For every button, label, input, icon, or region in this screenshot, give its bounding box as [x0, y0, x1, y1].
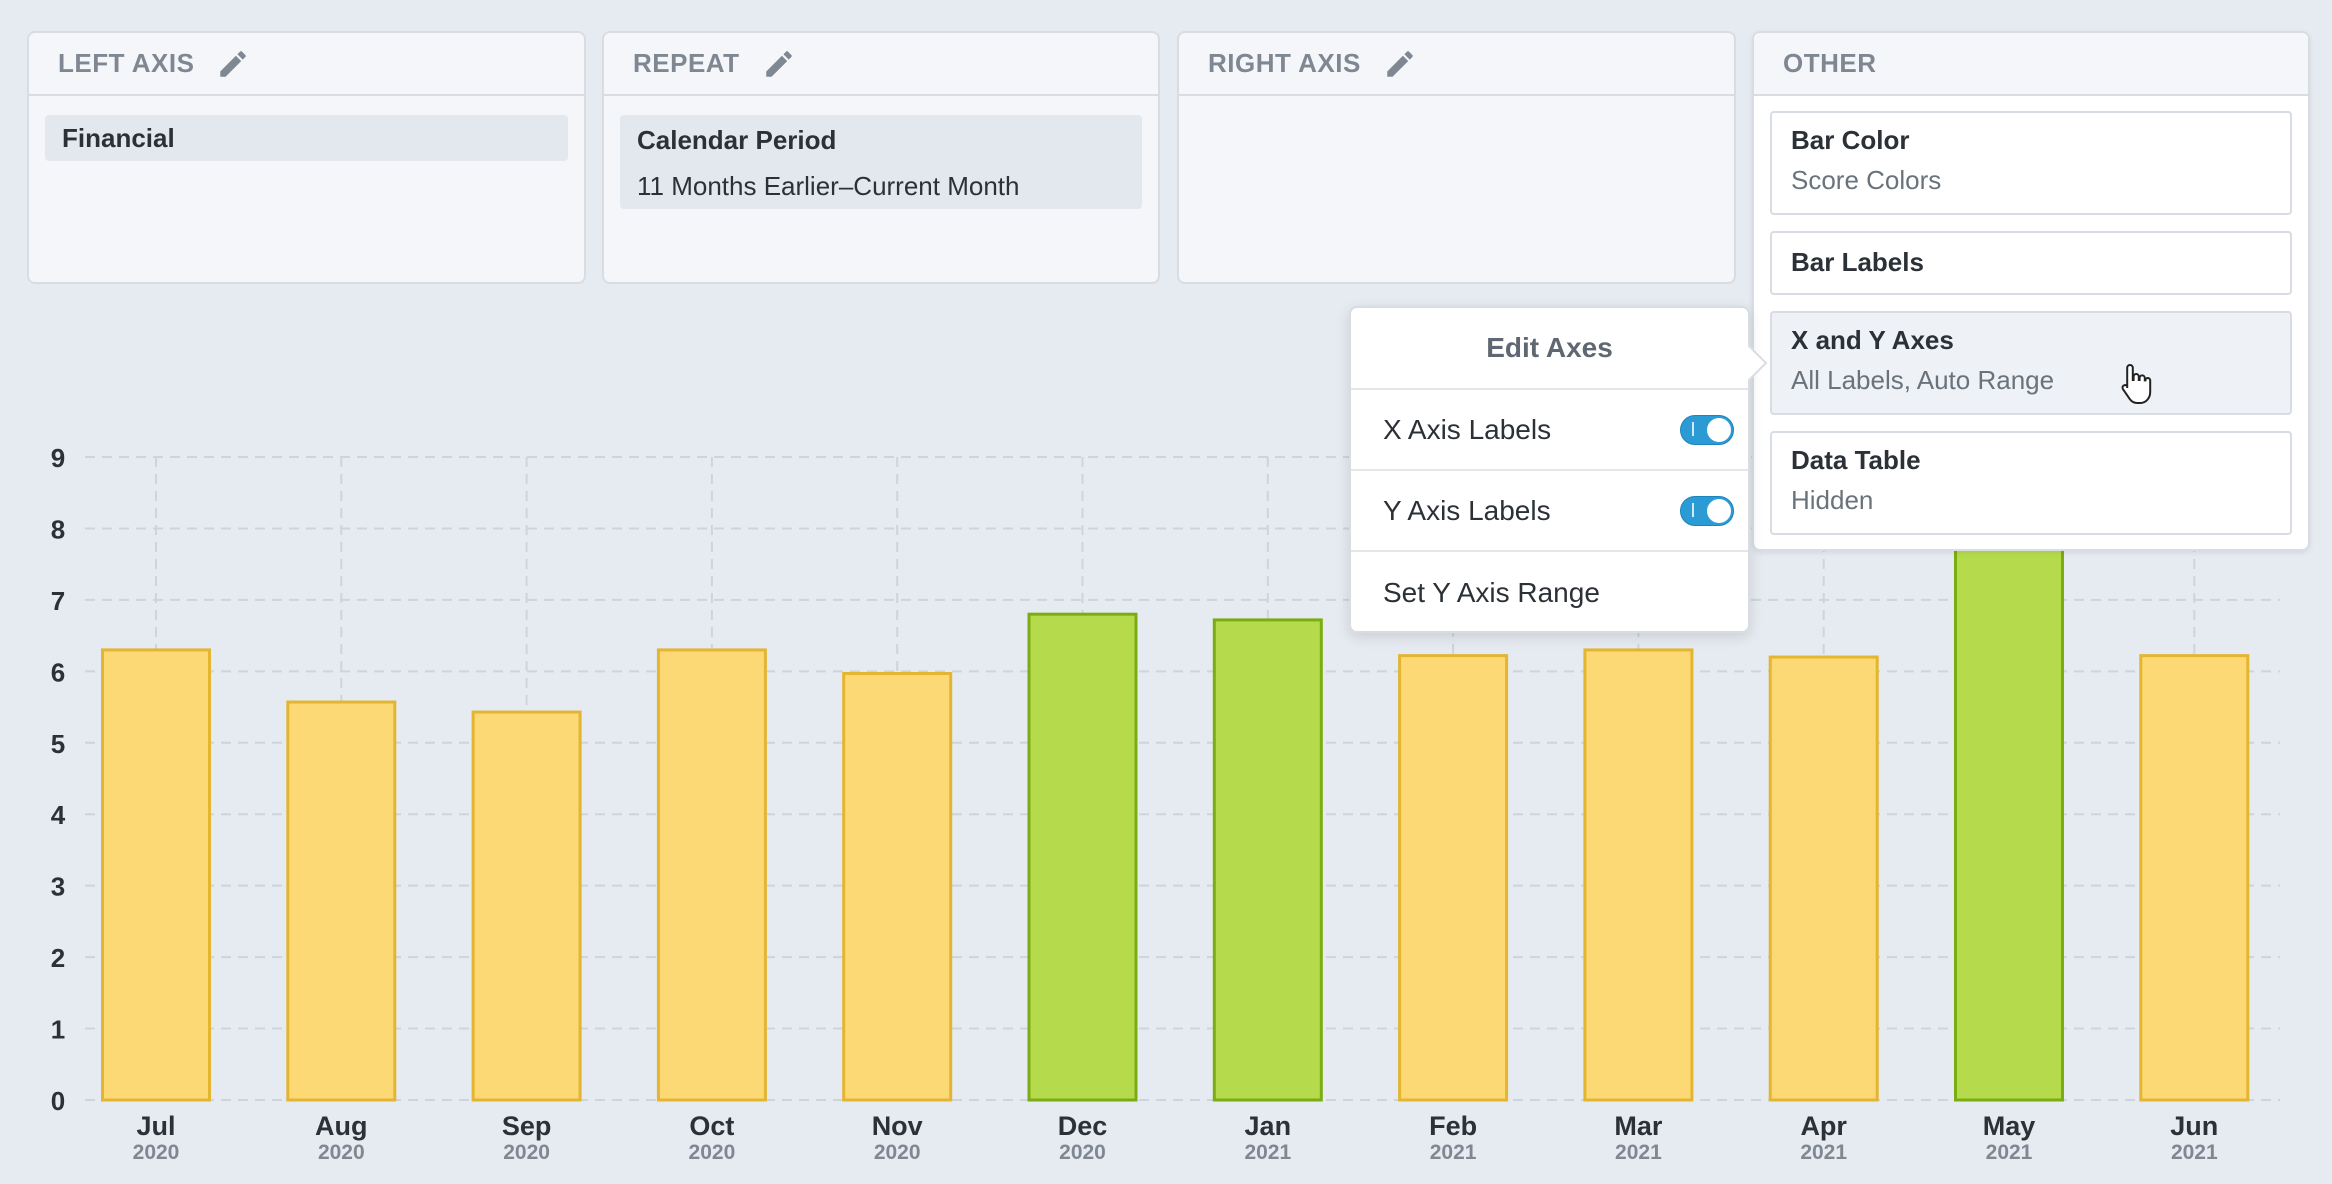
y-tick-label: 9 — [51, 443, 65, 473]
y-axis-labels-toggle[interactable] — [1680, 495, 1734, 526]
option-subtitle: Hidden — [1791, 485, 1874, 515]
left-axis-panel: LEFT AXIS Financial — [27, 31, 586, 284]
other-panel: OTHER Bar Color Score Colors Bar Labels … — [1752, 31, 2310, 551]
y-tick-label: 6 — [51, 657, 65, 687]
x-tick-label: Sep — [502, 1111, 552, 1141]
x-tick-year-label: 2021 — [1244, 1141, 1291, 1164]
edit-pencil-icon[interactable] — [762, 47, 796, 81]
bar — [1212, 618, 1323, 1102]
bar — [1398, 654, 1509, 1102]
x-tick-label: Jun — [2170, 1111, 2218, 1141]
option-title: X and Y Axes — [1791, 325, 1954, 355]
x-tick-label: Aug — [315, 1111, 367, 1141]
x-tick-label: Jul — [136, 1111, 175, 1141]
y-tick-label: 2 — [51, 943, 65, 973]
edit-axes-popover: Edit Axes X Axis Labels Y Axis Labels Se… — [1349, 306, 1768, 633]
option-subtitle: All Labels, Auto Range — [1791, 365, 2055, 395]
bar — [286, 700, 397, 1102]
edit-pencil-icon[interactable] — [1383, 47, 1417, 81]
data-table-option[interactable]: Data Table Hidden — [1770, 431, 2292, 535]
x-tick-year-label: 2021 — [1800, 1141, 1847, 1164]
x-tick-year-label: 2021 — [1430, 1141, 1477, 1164]
x-tick-year-label: 2021 — [1615, 1141, 1662, 1164]
x-tick-label: Mar — [1614, 1111, 1663, 1141]
y-tick-label: 4 — [51, 800, 66, 830]
x-tick-year-label: 2021 — [1986, 1141, 2033, 1164]
x-tick-label: Oct — [689, 1111, 734, 1141]
y-tick-label: 1 — [51, 1015, 65, 1045]
y-tick-label: 3 — [51, 872, 65, 902]
x-tick-year-label: 2021 — [2171, 1141, 2218, 1164]
financial-chip[interactable]: Financial — [45, 115, 568, 161]
chip-title: Calendar Period — [637, 125, 837, 155]
edit-pencil-icon[interactable] — [216, 47, 250, 81]
bar-labels-option[interactable]: Bar Labels — [1770, 231, 2292, 295]
y-axis-labels-label: Y Axis Labels — [1383, 494, 1551, 526]
bar — [1954, 455, 2064, 1102]
y-tick-label: 0 — [51, 1086, 65, 1116]
x-axis-labels-toggle[interactable] — [1680, 414, 1734, 445]
y-tick-label: 7 — [51, 586, 65, 616]
chip-title: Financial — [62, 123, 175, 153]
repeat-panel: REPEAT Calendar Period 11 Months Earlier… — [602, 31, 1160, 284]
bar — [471, 710, 582, 1102]
x-tick-label: Feb — [1429, 1111, 1477, 1141]
set-y-axis-range-row[interactable]: Set Y Axis Range — [1351, 552, 1748, 633]
y-tick-label: 5 — [51, 729, 65, 759]
other-title: OTHER — [1783, 48, 1877, 78]
set-y-axis-range-label: Set Y Axis Range — [1383, 576, 1600, 608]
x-tick-year-label: 2020 — [133, 1141, 180, 1164]
repeat-title: REPEAT — [633, 48, 740, 78]
x-axis-labels-row[interactable]: X Axis Labels — [1351, 390, 1748, 471]
x-tick-year-label: 2020 — [318, 1141, 365, 1164]
bar — [1027, 612, 1138, 1102]
x-tick-label: Apr — [1800, 1111, 1847, 1141]
other-header: OTHER — [1754, 33, 2308, 96]
option-subtitle: Score Colors — [1791, 165, 1942, 195]
x-axis-labels-label: X Axis Labels — [1383, 413, 1552, 445]
y-axis-labels-row[interactable]: Y Axis Labels — [1351, 471, 1748, 552]
right-axis-title: RIGHT AXIS — [1208, 48, 1361, 78]
bar-color-option[interactable]: Bar Color Score Colors — [1770, 111, 2292, 215]
bar — [1768, 655, 1879, 1102]
chip-subtitle: 11 Months Earlier–Current Month — [637, 171, 1020, 201]
repeat-header: REPEAT — [604, 33, 1158, 96]
x-tick-label: May — [1983, 1111, 2036, 1141]
bar — [842, 671, 953, 1102]
x-tick-label: Jan — [1245, 1111, 1292, 1141]
x-tick-year-label: 2020 — [503, 1141, 550, 1164]
popover-title: Edit Axes — [1351, 308, 1748, 390]
x-tick-year-label: 2020 — [874, 1141, 921, 1164]
bar — [2139, 654, 2250, 1102]
option-title: Bar Labels — [1791, 247, 1924, 277]
left-axis-title: LEFT AXIS — [58, 48, 195, 78]
x-tick-label: Nov — [872, 1111, 923, 1141]
bar — [1583, 648, 1694, 1102]
left-axis-header: LEFT AXIS — [29, 33, 584, 96]
option-title: Data Table — [1791, 445, 1921, 475]
y-tick-label: 8 — [51, 514, 65, 544]
x-tick-year-label: 2020 — [1059, 1141, 1106, 1164]
option-title: Bar Color — [1791, 125, 1910, 155]
x-tick-year-label: 2020 — [689, 1141, 736, 1164]
bar — [656, 648, 767, 1102]
right-axis-header: RIGHT AXIS — [1179, 33, 1734, 96]
calendar-period-chip[interactable]: Calendar Period 11 Months Earlier–Curren… — [620, 115, 1142, 209]
x-and-y-axes-option[interactable]: X and Y Axes All Labels, Auto Range — [1770, 311, 2292, 415]
hand-cursor-icon — [2121, 363, 2152, 404]
right-axis-panel: RIGHT AXIS — [1177, 31, 1736, 284]
x-tick-label: Dec — [1058, 1111, 1108, 1141]
bar — [101, 648, 211, 1102]
